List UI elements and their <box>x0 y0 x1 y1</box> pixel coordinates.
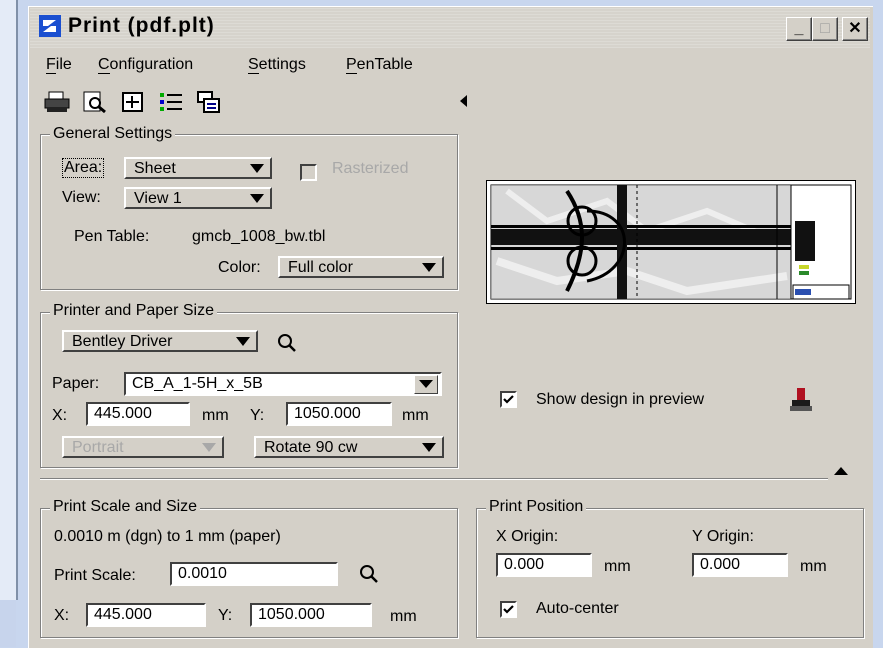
search-icon[interactable] <box>276 332 298 354</box>
print-scale-field[interactable]: 0.0010 <box>170 562 338 586</box>
color-label: Color: <box>218 259 261 276</box>
paper-y-field[interactable]: 1050.000 <box>286 402 392 426</box>
scale-x-label: X: <box>54 607 70 624</box>
rasterized-checkbox[interactable] <box>300 164 317 181</box>
window-title: Print (pdf.plt) <box>68 14 215 37</box>
pen-table-label: Pen Table: <box>74 228 150 245</box>
scale-y-label: Y: <box>218 607 233 624</box>
printer-driver-select[interactable]: Bentley Driver <box>62 330 258 352</box>
printer-driver-value: Bentley Driver <box>72 333 173 350</box>
pen-table-value: gmcb_1008_bw.tbl <box>192 228 326 245</box>
mnemonic-underline <box>98 73 110 74</box>
y-origin-field[interactable]: 0.000 <box>692 553 788 577</box>
chevron-down-icon[interactable] <box>414 375 438 394</box>
scale-ratio-text: 0.0010 m (dgn) to 1 mm (paper) <box>54 528 281 545</box>
general-settings-title: General Settings <box>50 125 176 143</box>
arrow-glyph <box>419 380 433 388</box>
x-origin-field[interactable]: 0.000 <box>496 553 592 577</box>
menu-file[interactable]: File <box>46 56 72 74</box>
x-origin-label: X Origin: <box>496 528 559 545</box>
stamp-icon[interactable] <box>788 386 814 414</box>
view-select[interactable]: View 1 <box>124 187 272 209</box>
orientation-select[interactable]: Portrait <box>62 436 224 458</box>
minimize-button[interactable]: _ <box>786 17 812 41</box>
scale-y-field[interactable]: 1050.000 <box>250 603 372 627</box>
list-icon[interactable] <box>158 90 184 114</box>
area-label: Area: <box>62 158 105 178</box>
paper-x-label: X: <box>52 407 68 424</box>
scale-x-field[interactable]: 445.000 <box>86 603 206 627</box>
paper-x-unit: mm <box>202 407 229 424</box>
view-value: View 1 <box>134 190 182 207</box>
area-select[interactable]: Sheet <box>124 157 272 179</box>
mnemonic-underline <box>346 73 357 74</box>
menu-bar: File Configuration Settings PenTable <box>46 56 466 78</box>
autocenter-label: Auto-center <box>536 600 619 617</box>
checkmark-icon <box>503 395 514 404</box>
color-select[interactable]: Full color <box>278 256 444 278</box>
design-preview-drawing <box>490 184 852 300</box>
rotate-select[interactable]: Rotate 90 cw <box>254 436 444 458</box>
y-origin-label: Y Origin: <box>692 528 754 545</box>
show-design-label: Show design in preview <box>536 391 705 408</box>
search-icon[interactable] <box>358 563 380 585</box>
checkmark-icon <box>503 605 514 614</box>
mnemonic-underline <box>46 73 56 74</box>
mnemonic-underline <box>248 73 259 74</box>
collapse-up-icon[interactable] <box>834 467 848 475</box>
export-icon[interactable] <box>196 90 222 114</box>
design-preview <box>486 180 856 304</box>
menu-pentable[interactable]: PenTable <box>346 56 413 74</box>
rasterized-label: Rasterized <box>332 160 409 177</box>
print-position-title: Print Position <box>486 498 587 516</box>
background-strip <box>0 600 16 647</box>
chevron-down-icon <box>236 337 250 346</box>
app-icon <box>38 14 62 38</box>
x-origin-unit: mm <box>604 558 631 575</box>
paper-y-label: Y: <box>250 407 265 424</box>
menu-configuration[interactable]: Configuration <box>98 56 193 74</box>
paper-y-unit: mm <box>402 407 429 424</box>
area-value: Sheet <box>134 160 176 177</box>
print-scale-title: Print Scale and Size <box>50 498 201 516</box>
chevron-down-icon <box>202 443 216 452</box>
paper-x-field[interactable]: 445.000 <box>86 402 190 426</box>
collapse-left-icon[interactable] <box>460 95 467 107</box>
rotate-value: Rotate 90 cw <box>264 439 358 456</box>
printer-icon[interactable] <box>44 90 70 114</box>
show-design-checkbox[interactable] <box>500 391 517 408</box>
paper-value: CB_A_1-5H_x_5B <box>132 375 263 392</box>
preview-icon[interactable] <box>82 90 108 114</box>
y-origin-unit: mm <box>800 558 827 575</box>
paper-select[interactable]: CB_A_1-5H_x_5B <box>124 372 442 396</box>
chevron-down-icon <box>422 443 436 452</box>
orientation-value: Portrait <box>72 439 124 456</box>
close-button[interactable]: ✕ <box>842 17 868 41</box>
background-panel <box>0 0 18 600</box>
fit-icon[interactable] <box>120 90 146 114</box>
scale-unit: mm <box>390 608 417 625</box>
autocenter-checkbox[interactable] <box>500 601 517 618</box>
paper-label: Paper: <box>52 375 100 392</box>
maximize-button[interactable]: □ <box>812 17 838 41</box>
chevron-down-icon <box>422 263 436 272</box>
view-label: View: <box>62 189 101 206</box>
chevron-down-icon <box>250 194 264 203</box>
print-scale-label: Print Scale: <box>54 567 136 584</box>
chevron-down-icon <box>250 164 264 173</box>
separator <box>40 478 828 480</box>
menu-settings[interactable]: Settings <box>248 56 306 74</box>
printer-paper-title: Printer and Paper Size <box>50 302 217 320</box>
color-value: Full color <box>288 259 353 276</box>
